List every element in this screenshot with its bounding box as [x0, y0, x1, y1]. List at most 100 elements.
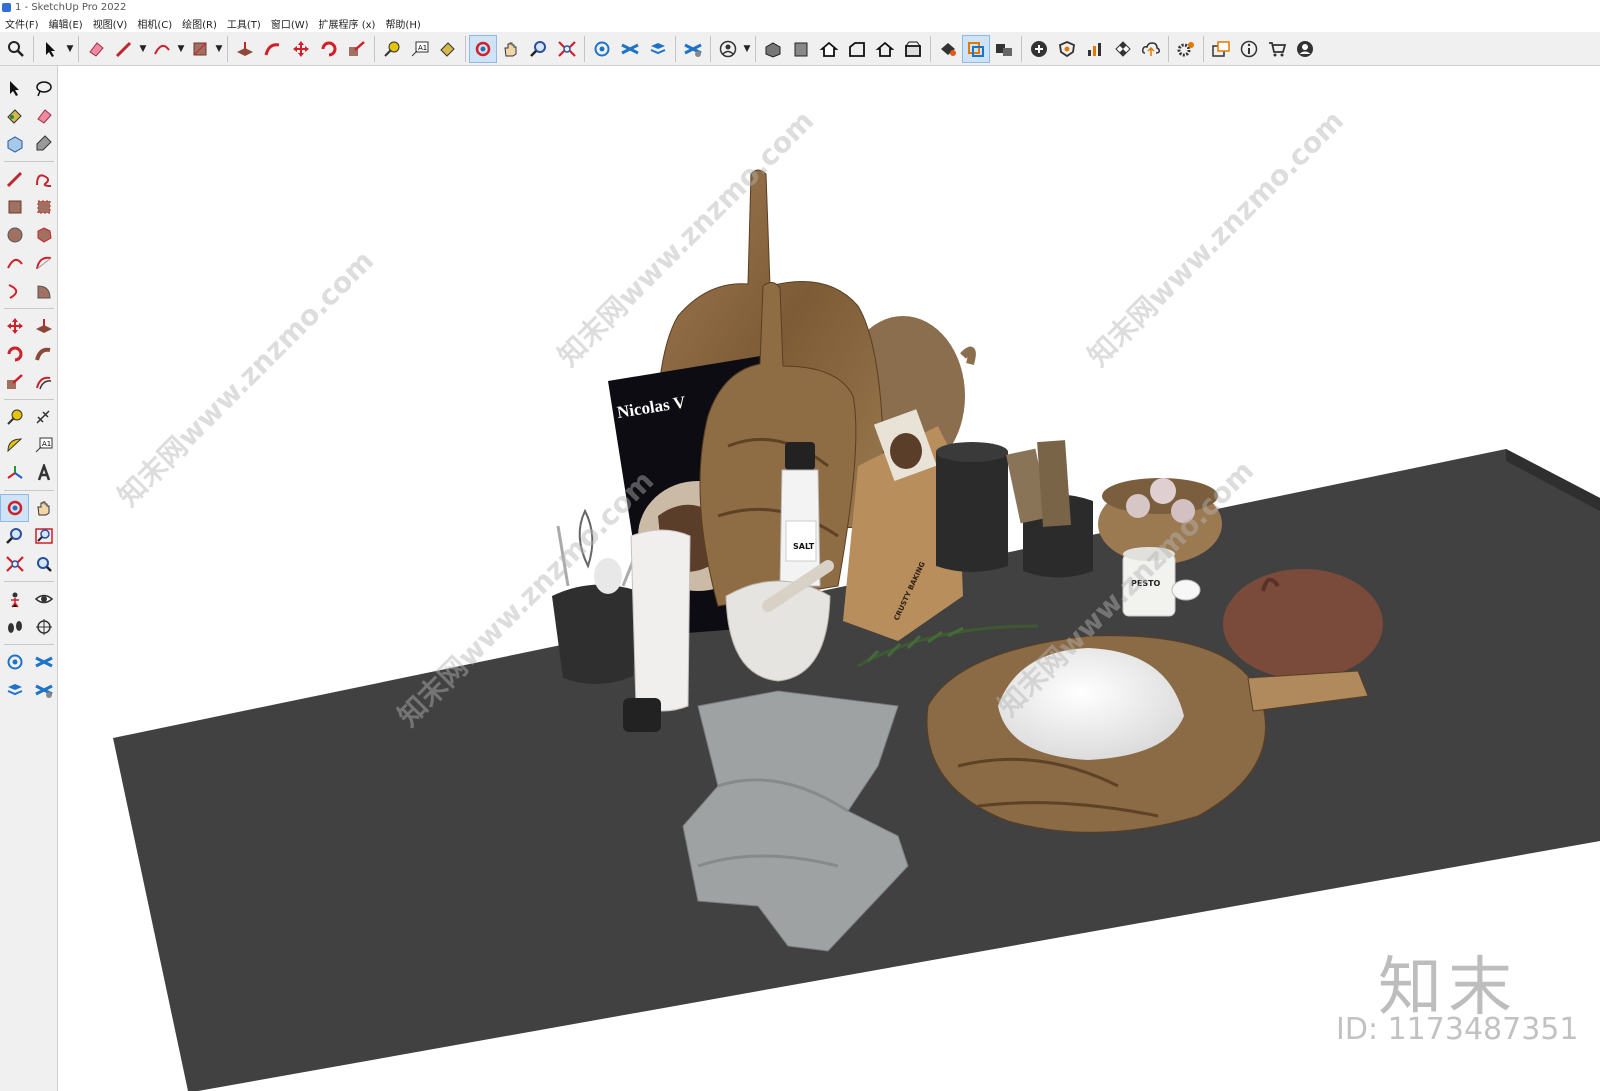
eraser-icon[interactable] [82, 35, 110, 63]
arc-icon[interactable] [148, 35, 176, 63]
layers-icon[interactable] [644, 35, 672, 63]
menu-file[interactable]: 文件(F) [0, 16, 44, 31]
extension-manager-icon[interactable] [679, 35, 707, 63]
follow-me-icon[interactable] [259, 35, 287, 63]
warehouse-icon[interactable] [588, 35, 616, 63]
extension-warehouse-icon[interactable] [29, 648, 58, 676]
pan-hand-icon[interactable] [497, 35, 525, 63]
profile-icon[interactable] [1291, 35, 1319, 63]
tape-measure-icon[interactable] [0, 403, 29, 431]
section-plane-icon[interactable] [29, 613, 58, 641]
dialog-icon[interactable] [1207, 35, 1235, 63]
rotate-icon[interactable] [0, 340, 29, 368]
zoom-window-icon[interactable] [29, 522, 58, 550]
freehand-icon[interactable] [29, 165, 58, 193]
select-tool-icon[interactable] [0, 74, 29, 102]
scene-icon[interactable] [990, 35, 1018, 63]
polygon-icon[interactable] [29, 221, 58, 249]
lasso-icon[interactable] [29, 74, 58, 102]
scale-icon[interactable] [343, 35, 371, 63]
zoom-extents-icon[interactable] [553, 35, 581, 63]
view-top-icon[interactable] [787, 35, 815, 63]
user-account-icon[interactable] [714, 35, 742, 63]
move-icon[interactable] [0, 312, 29, 340]
chart-icon[interactable] [1081, 35, 1109, 63]
chevron-down-icon[interactable]: ▼ [742, 44, 752, 54]
push-pull-icon[interactable] [29, 312, 58, 340]
walk-icon[interactable] [0, 613, 29, 641]
style-icon[interactable] [934, 35, 962, 63]
paint-bucket-icon[interactable] [0, 102, 29, 130]
black-cup-stack [936, 444, 1008, 572]
look-around-icon[interactable] [29, 585, 58, 613]
protractor-icon[interactable] [0, 431, 29, 459]
offset-icon[interactable] [29, 368, 58, 396]
scale-icon[interactable] [0, 368, 29, 396]
move-icon[interactable] [287, 35, 315, 63]
select-tool-icon[interactable] [37, 35, 65, 63]
menu-window[interactable]: 窗口(W) [266, 16, 314, 31]
dimension-icon[interactable] [29, 403, 58, 431]
rectangle-icon[interactable] [186, 35, 214, 63]
rectangle-icon[interactable] [0, 193, 29, 221]
settings-gear-icon[interactable] [1172, 35, 1200, 63]
view-right-icon[interactable] [843, 35, 871, 63]
extension-warehouse-icon[interactable] [616, 35, 644, 63]
cloud-upload-icon[interactable] [1137, 35, 1165, 63]
extension-manager-icon[interactable] [29, 676, 58, 704]
chevron-down-icon[interactable]: ▼ [65, 44, 75, 54]
menu-draw[interactable]: 绘图(R) [177, 16, 222, 31]
axes-icon[interactable] [0, 459, 29, 487]
view-front-icon[interactable] [815, 35, 843, 63]
3d-text-icon[interactable] [29, 459, 58, 487]
pan-hand-icon[interactable] [29, 494, 58, 522]
view-back-icon[interactable] [871, 35, 899, 63]
shield-icon[interactable] [1053, 35, 1081, 63]
two-point-arc-icon[interactable] [29, 249, 58, 277]
zoom-icon[interactable] [0, 522, 29, 550]
menu-camera[interactable]: 相机(C) [132, 16, 177, 31]
layers-icon[interactable] [0, 676, 29, 704]
three-point-arc-icon[interactable] [0, 277, 29, 305]
chevron-down-icon[interactable]: ▼ [138, 44, 148, 54]
previous-view-icon[interactable] [29, 550, 58, 578]
orbit-icon[interactable] [469, 34, 497, 63]
cart-icon[interactable] [1263, 35, 1291, 63]
position-camera-icon[interactable] [0, 585, 29, 613]
search-icon[interactable] [2, 35, 30, 63]
pie-icon[interactable] [29, 277, 58, 305]
chevron-down-icon[interactable]: ▼ [214, 44, 224, 54]
chevron-down-icon[interactable]: ▼ [176, 44, 186, 54]
add-icon[interactable] [1025, 35, 1053, 63]
info-icon[interactable] [1235, 35, 1263, 63]
pencil-icon[interactable] [0, 165, 29, 193]
menu-help[interactable]: 帮助(H) [380, 16, 425, 31]
text-tool-icon[interactable]: A1 [406, 35, 434, 63]
follow-me-icon[interactable] [29, 340, 58, 368]
checker-icon[interactable] [1109, 35, 1137, 63]
view-iso-icon[interactable] [759, 35, 787, 63]
view-left-icon[interactable] [899, 35, 927, 63]
rotate-icon[interactable] [315, 35, 343, 63]
paint-bucket-icon[interactable] [434, 35, 462, 63]
section-plane-icon[interactable] [962, 34, 990, 63]
zoom-extents-icon[interactable] [0, 550, 29, 578]
text-tool-icon[interactable]: A1 [29, 431, 58, 459]
push-pull-icon[interactable] [231, 35, 259, 63]
eraser-icon[interactable] [29, 102, 58, 130]
warehouse-icon[interactable] [0, 648, 29, 676]
component-icon[interactable] [0, 130, 29, 158]
menu-view[interactable]: 视图(V) [88, 16, 133, 31]
model-viewport[interactable]: Nicolas V CRUSTY BAKING SALT PESTO 知末网ww… [58, 66, 1600, 1091]
tag-icon[interactable] [29, 130, 58, 158]
menu-tools[interactable]: 工具(T) [222, 16, 266, 31]
menu-extensions[interactable]: 扩展程序 (x) [314, 16, 381, 31]
arc-icon[interactable] [0, 249, 29, 277]
zoom-icon[interactable] [525, 35, 553, 63]
pencil-icon[interactable] [110, 35, 138, 63]
tape-measure-icon[interactable] [378, 35, 406, 63]
menu-edit[interactable]: 编辑(E) [44, 16, 88, 31]
rotated-rectangle-icon[interactable] [29, 193, 58, 221]
orbit-icon[interactable] [0, 494, 29, 522]
circle-icon[interactable] [0, 221, 29, 249]
